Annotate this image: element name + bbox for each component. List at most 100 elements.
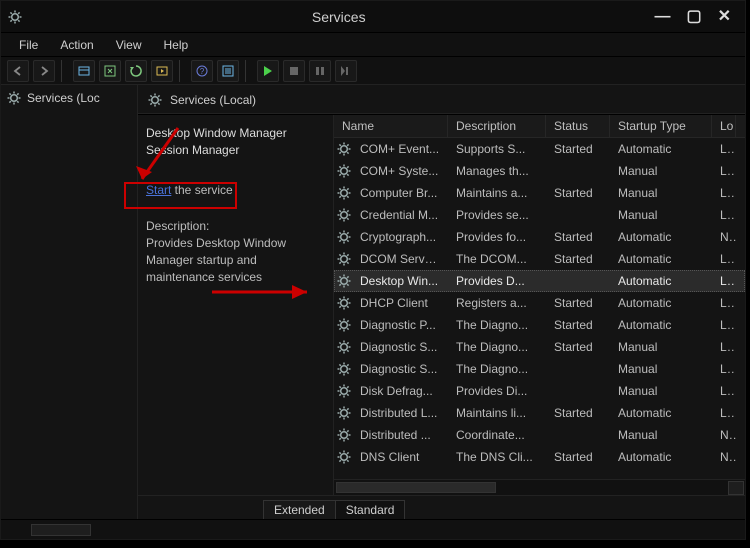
cell-description: Maintains a... [448, 186, 546, 200]
menu-file[interactable]: File [11, 36, 46, 54]
table-row[interactable]: DCOM Serve...The DCOM...StartedAutomatic… [334, 248, 745, 270]
col-header-startup[interactable]: Startup Type [610, 115, 712, 137]
col-header-description[interactable]: Description [448, 115, 546, 137]
cell-logon: Lo [712, 340, 736, 354]
cell-description: The Diagno... [448, 340, 546, 354]
cell-startup: Automatic [610, 318, 712, 332]
table-row[interactable]: Diagnostic S...The Diagno...StartedManua… [334, 336, 745, 358]
cell-description: Provides Di... [448, 384, 546, 398]
cell-status: Started [546, 186, 610, 200]
service-icon [336, 230, 352, 244]
cell-startup: Manual [610, 340, 712, 354]
description-text: Provides Desktop Window Manager startup … [146, 235, 325, 286]
menubar: File Action View Help [1, 33, 745, 57]
cell-description: The Diagno... [448, 318, 546, 332]
cell-startup: Automatic [610, 142, 712, 156]
cell-status: Started [546, 296, 610, 310]
right-pane-title: Services (Local) [170, 93, 256, 107]
cell-startup: Automatic [610, 296, 712, 310]
table-row[interactable]: DNS ClientThe DNS Cli...StartedAutomatic… [334, 446, 745, 468]
toolbar-icon-2[interactable] [99, 60, 121, 82]
table-row[interactable]: Disk Defrag...Provides Di...ManualLo [334, 380, 745, 402]
cell-description: Registers a... [448, 296, 546, 310]
cell-startup: Automatic [610, 230, 712, 244]
table-row[interactable]: Credential M...Provides se...ManualLo [334, 204, 745, 226]
cell-name: Credential M... [352, 208, 448, 222]
cell-status: Started [546, 142, 610, 156]
service-icon [336, 318, 352, 332]
cell-logon: Lo [712, 296, 736, 310]
menu-view[interactable]: View [108, 36, 150, 54]
table-row[interactable]: Distributed ...Coordinate...ManualNe [334, 424, 745, 446]
service-icon [336, 142, 352, 156]
statusbar-block [31, 524, 91, 536]
horizontal-scrollbar[interactable] [334, 479, 745, 495]
col-header-logon[interactable]: Lo [712, 115, 736, 137]
app-icon [7, 9, 23, 25]
cell-name: Diagnostic S... [352, 340, 448, 354]
refresh-button[interactable] [125, 60, 147, 82]
table-row[interactable]: Desktop Win...Provides D...AutomaticLo [334, 270, 745, 292]
maximize-button[interactable]: ▢ [686, 9, 701, 25]
cell-name: Disk Defrag... [352, 384, 448, 398]
col-header-status[interactable]: Status [546, 115, 610, 137]
window-title: Services [23, 9, 654, 25]
cell-logon: Lo [712, 164, 736, 178]
cell-description: Maintains li... [448, 406, 546, 420]
cell-name: Distributed L... [352, 406, 448, 420]
cell-description: Manages th... [448, 164, 546, 178]
help-button[interactable]: ? [191, 60, 213, 82]
forward-button[interactable] [33, 60, 55, 82]
scrollbar-thumb[interactable] [336, 482, 496, 493]
table-row[interactable]: Diagnostic S...The Diagno...ManualLo [334, 358, 745, 380]
tree-item-services-local[interactable]: Services (Loc [7, 91, 131, 105]
service-icon [336, 186, 352, 200]
tree-pane[interactable]: Services (Loc [1, 85, 138, 519]
cell-startup: Manual [610, 384, 712, 398]
cell-logon: Lo [712, 252, 736, 266]
cell-name: COM+ Event... [352, 142, 448, 156]
table-header[interactable]: Name Description Status Startup Type Lo [334, 115, 745, 138]
properties-button[interactable] [217, 60, 239, 82]
cell-description: Coordinate... [448, 428, 546, 442]
cell-startup: Automatic [610, 274, 712, 288]
description-label: Description: [146, 219, 325, 233]
cell-logon: Ne [712, 428, 736, 442]
close-button[interactable]: ✕ [718, 9, 731, 25]
minimize-button[interactable]: — [654, 9, 670, 25]
services-list[interactable]: Name Description Status Startup Type Lo … [334, 115, 745, 495]
svg-text:?: ? [200, 67, 205, 76]
cell-logon: Ne [712, 230, 736, 244]
table-row[interactable]: Computer Br...Maintains a...StartedManua… [334, 182, 745, 204]
table-row[interactable]: Distributed L...Maintains li...StartedAu… [334, 402, 745, 424]
cell-startup: Automatic [610, 450, 712, 464]
cell-status: Started [546, 450, 610, 464]
cell-status: Started [546, 230, 610, 244]
table-row[interactable]: COM+ Syste...Manages th...ManualLo [334, 160, 745, 182]
table-row[interactable]: Cryptograph...Provides fo...StartedAutom… [334, 226, 745, 248]
col-header-name[interactable]: Name [334, 115, 448, 137]
restart-service-button[interactable] [335, 60, 357, 82]
table-row[interactable]: DHCP ClientRegisters a...StartedAutomati… [334, 292, 745, 314]
toolbar-icon-1[interactable] [73, 60, 95, 82]
cell-description: Provides se... [448, 208, 546, 222]
titlebar[interactable]: Services — ▢ ✕ [1, 1, 745, 33]
cell-description: Supports S... [448, 142, 546, 156]
scroll-right-button[interactable] [728, 481, 744, 495]
back-button[interactable] [7, 60, 29, 82]
cell-name: DCOM Serve... [352, 252, 448, 266]
tab-extended[interactable]: Extended [263, 500, 336, 519]
start-service-link[interactable]: Start [146, 183, 171, 197]
pause-service-button[interactable] [309, 60, 331, 82]
stop-service-button[interactable] [283, 60, 305, 82]
export-button[interactable] [151, 60, 173, 82]
tab-standard[interactable]: Standard [335, 500, 406, 519]
table-row[interactable]: Diagnostic P...The Diagno...StartedAutom… [334, 314, 745, 336]
start-service-button[interactable] [257, 60, 279, 82]
service-icon [336, 164, 352, 178]
menu-action[interactable]: Action [52, 36, 101, 54]
cell-name: DHCP Client [352, 296, 448, 310]
table-row[interactable]: COM+ Event...Supports S...StartedAutomat… [334, 138, 745, 160]
right-pane-header: Services (Local) [138, 85, 745, 114]
menu-help[interactable]: Help [156, 36, 197, 54]
